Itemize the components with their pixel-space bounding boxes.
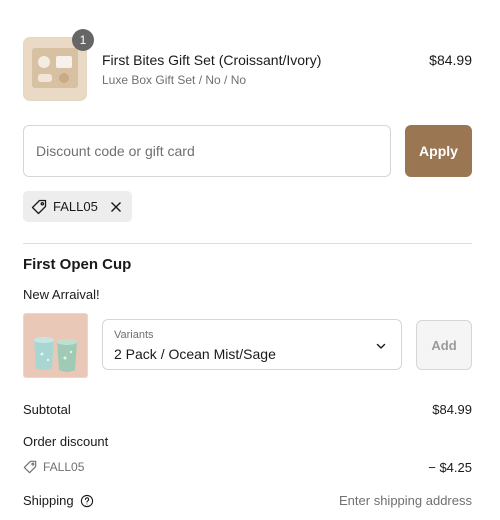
upsell-thumbnail xyxy=(23,313,88,378)
order-discount-value: − $4.25 xyxy=(428,460,472,475)
tag-icon xyxy=(31,199,47,215)
discount-code-input[interactable] xyxy=(23,125,391,177)
section-divider xyxy=(23,243,472,244)
help-icon[interactable] xyxy=(80,494,94,508)
product-title: First Bites Gift Set (Croissant/Ivory) xyxy=(102,52,322,68)
tag-icon xyxy=(23,460,37,474)
upsell-subtitle: New Arraival! xyxy=(23,287,100,302)
add-upsell-button[interactable]: Add xyxy=(416,320,472,370)
product-price: $84.99 xyxy=(429,52,472,68)
quantity-badge: 1 xyxy=(72,29,94,51)
shipping-label: Shipping xyxy=(23,493,74,508)
subtotal-value: $84.99 xyxy=(432,402,472,417)
variant-select-label: Variants xyxy=(114,329,154,341)
order-discount-label: Order discount xyxy=(23,434,109,449)
order-discount-code-line: FALL05 xyxy=(23,460,84,474)
shipping-row-label: Shipping xyxy=(23,493,94,508)
shipping-value: Enter shipping address xyxy=(339,493,472,508)
subtotal-label: Subtotal xyxy=(23,402,71,417)
chevron-down-icon xyxy=(375,339,387,357)
applied-discount-chip: FALL05 xyxy=(23,191,132,222)
variant-select-value: 2 Pack / Ocean Mist/Sage xyxy=(114,346,276,362)
variant-select[interactable]: Variants 2 Pack / Ocean Mist/Sage xyxy=(102,319,402,370)
remove-discount-icon[interactable] xyxy=(110,201,122,213)
product-variant: Luxe Box Gift Set / No / No xyxy=(102,73,247,87)
apply-discount-button[interactable]: Apply xyxy=(405,125,472,177)
order-discount-code: FALL05 xyxy=(43,460,85,474)
upsell-title: First Open Cup xyxy=(23,256,132,273)
applied-discount-code: FALL05 xyxy=(53,199,98,214)
